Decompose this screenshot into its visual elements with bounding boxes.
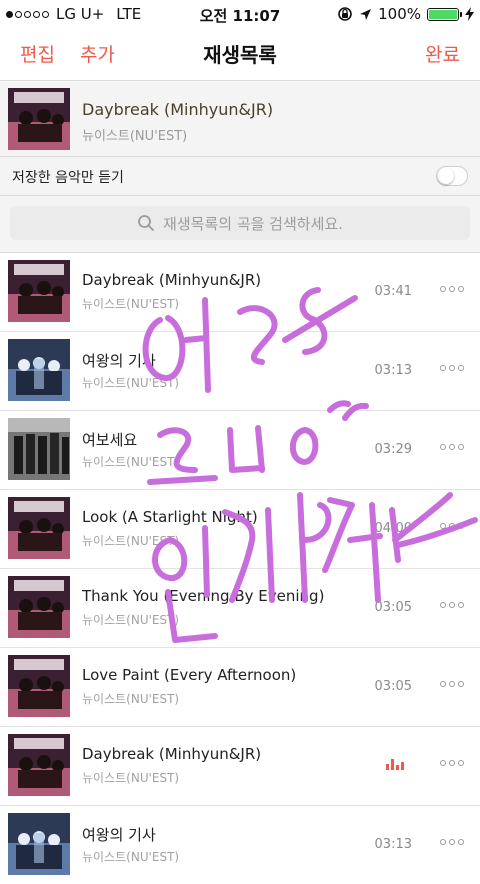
album-art xyxy=(8,813,70,875)
track-duration: 03:05 xyxy=(374,600,412,615)
more-options-icon[interactable] xyxy=(440,756,464,770)
more-options-icon[interactable] xyxy=(440,440,464,454)
track-artist: 뉴이스트(NU'EST) xyxy=(82,613,180,627)
now-playing-artist: 뉴이스트(NU'EST) xyxy=(82,129,188,144)
more-options-icon[interactable] xyxy=(440,519,464,533)
now-playing-title: Daybreak (Minhyun&JR) xyxy=(82,100,274,119)
album-art xyxy=(8,418,70,480)
track-title: Look (A Starlight Night) xyxy=(82,508,258,526)
track-row[interactable]: Thank You (Evening By Evening) 뉴이스트(NU'ES… xyxy=(0,569,480,648)
track-title: Daybreak (Minhyun&JR) xyxy=(82,745,262,763)
track-row[interactable]: Daybreak (Minhyun&JR) 뉴이스트(NU'EST) 03:41 xyxy=(0,253,480,332)
saved-only-toggle[interactable] xyxy=(436,166,468,186)
album-art xyxy=(8,576,70,638)
track-row[interactable]: 여보세요뉴이스트(NU'EST) 03:29 xyxy=(0,411,480,490)
saved-only-row: 저장한 음악만 듣기 xyxy=(0,157,480,196)
battery-icon xyxy=(427,7,462,21)
track-row[interactable]: Love Paint (Every Afternoon) 뉴이스트(NU'EST)… xyxy=(0,648,480,727)
track-title: 여왕의 기사 xyxy=(82,826,156,844)
more-options-icon[interactable] xyxy=(440,282,464,296)
done-button[interactable]: 완료 xyxy=(425,40,460,67)
album-art xyxy=(8,339,70,401)
track-duration: 03:13 xyxy=(374,363,412,378)
track-list: Daybreak (Minhyun&JR) 뉴이스트(NU'EST) 03:41 여왕… xyxy=(0,253,480,884)
search-placeholder: 재생목록의 곡을 검색하세요. xyxy=(163,214,343,233)
page-title: 재생목록 xyxy=(203,43,277,67)
track-row[interactable]: 여왕의 기사뉴이스트(NU'EST) 03:13 xyxy=(0,806,480,884)
track-row[interactable]: Daybreak (Minhyun&JR) 뉴이스트(NU'EST) xyxy=(0,727,480,806)
track-title: 여보세요 xyxy=(82,431,138,449)
track-duration: 03:41 xyxy=(374,284,412,299)
track-artist: 뉴이스트(NU'EST) xyxy=(82,534,180,548)
playing-indicator-icon xyxy=(386,759,404,770)
now-playing-bar[interactable]: Daybreak (Minhyun&JR) 뉴이스트(NU'EST) xyxy=(0,82,480,157)
battery-percent: 100% xyxy=(378,5,421,23)
album-art xyxy=(8,88,70,150)
track-artist: 뉴이스트(NU'EST) xyxy=(82,455,180,469)
album-art xyxy=(8,260,70,322)
track-row[interactable]: 여왕의 기사뉴이스트(NU'EST) 03:13 xyxy=(0,332,480,411)
location-icon xyxy=(360,8,372,20)
track-artist: 뉴이스트(NU'EST) xyxy=(82,297,180,311)
nav-bar: 편집 추가 재생목록 완료 xyxy=(0,28,480,81)
track-title: Thank You (Evening By Evening) xyxy=(82,587,325,605)
status-right: 100% xyxy=(337,5,474,23)
track-artist: 뉴이스트(NU'EST) xyxy=(82,850,180,864)
more-options-icon[interactable] xyxy=(440,361,464,375)
track-title: Daybreak (Minhyun&JR) xyxy=(82,271,262,289)
search-icon xyxy=(138,215,154,231)
search-area: 재생목록의 곡을 검색하세요. xyxy=(0,196,480,253)
charging-icon xyxy=(465,7,474,21)
more-options-icon[interactable] xyxy=(440,677,464,691)
more-options-icon[interactable] xyxy=(440,598,464,612)
search-input[interactable]: 재생목록의 곡을 검색하세요. xyxy=(10,206,470,240)
rotation-lock-icon xyxy=(338,7,352,21)
track-title: 여왕의 기사 xyxy=(82,352,156,370)
status-bar: LG U+ LTE 오전 11:07 100% xyxy=(0,0,480,28)
track-artist: 뉴이스트(NU'EST) xyxy=(82,771,180,785)
album-art xyxy=(8,497,70,559)
track-duration: 03:05 xyxy=(374,679,412,694)
track-artist: 뉴이스트(NU'EST) xyxy=(82,692,180,706)
track-row[interactable]: Look (A Starlight Night) 뉴이스트(NU'EST) 04:0… xyxy=(0,490,480,569)
track-title: Love Paint (Every Afternoon) xyxy=(82,666,297,684)
more-options-icon[interactable] xyxy=(440,835,464,849)
saved-only-label: 저장한 음악만 듣기 xyxy=(12,170,124,186)
track-duration: 04:00 xyxy=(374,521,412,536)
track-artist: 뉴이스트(NU'EST) xyxy=(82,376,180,390)
album-art xyxy=(8,655,70,717)
track-duration: 03:13 xyxy=(374,837,412,852)
album-art xyxy=(8,734,70,796)
track-duration: 03:29 xyxy=(374,442,412,457)
